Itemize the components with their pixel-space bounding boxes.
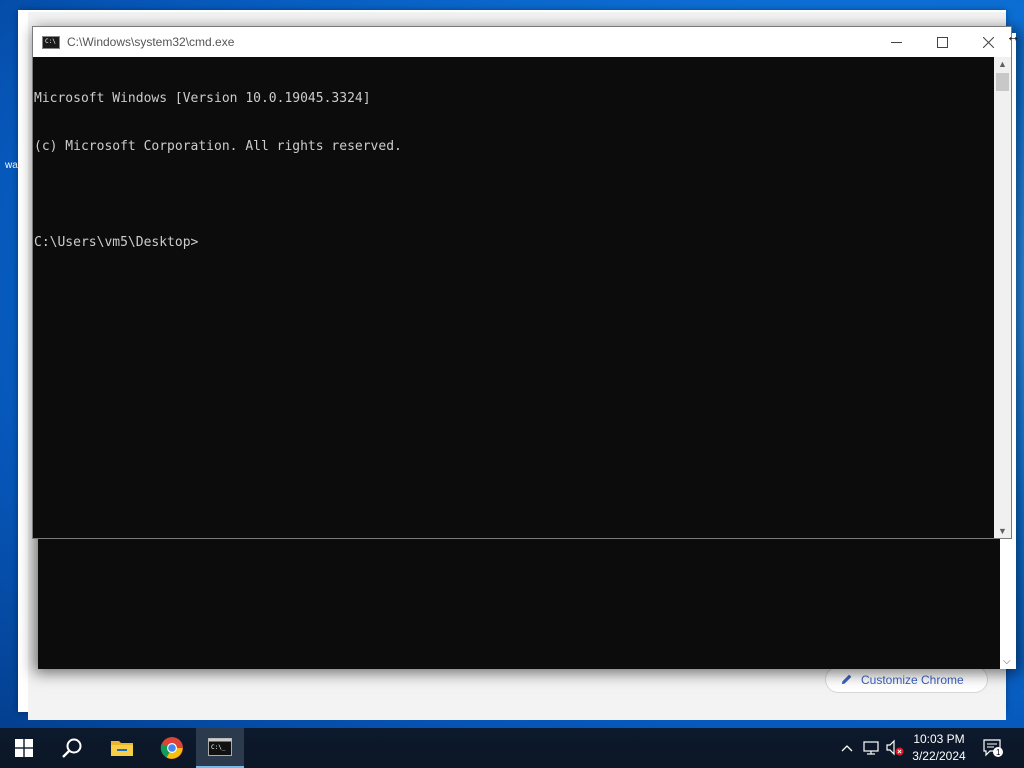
maximize-icon: [936, 36, 948, 48]
resize-cursor-icon: ↔: [1006, 28, 1020, 44]
file-explorer-button[interactable]: [98, 728, 146, 768]
volume-muted-icon: [886, 739, 904, 756]
maximize-button[interactable]: [919, 27, 965, 57]
chrome-button[interactable]: [148, 728, 196, 768]
windows-logo-icon: [15, 739, 33, 757]
volume-button[interactable]: [884, 728, 906, 768]
chrome-icon: [160, 737, 183, 759]
scroll-up-icon[interactable]: ▲: [994, 59, 1011, 69]
folder-icon: [111, 741, 133, 756]
scrollbar-thumb[interactable]: [996, 73, 1009, 91]
notification-icon: 1: [983, 739, 1003, 757]
network-icon: [863, 741, 879, 755]
vertical-scrollbar[interactable]: ▲ ▼: [994, 57, 1011, 538]
search-icon: [62, 738, 82, 758]
cmd-icon: C:\: [42, 35, 60, 49]
window-title: C:\Windows\system32\cmd.exe: [67, 35, 235, 49]
search-button[interactable]: [48, 728, 96, 768]
desktop-icon-label[interactable]: wa: [5, 160, 18, 171]
customize-chrome-label: Customize Chrome: [861, 672, 964, 687]
console-output[interactable]: Microsoft Windows [Version 10.0.19045.33…: [33, 57, 994, 538]
start-button[interactable]: [0, 728, 48, 768]
command-prompt-button[interactable]: C:\_: [196, 728, 244, 768]
chevron-down-icon: ⌵: [1003, 656, 1011, 667]
clock-time: 10:03 PM: [913, 732, 965, 746]
clock[interactable]: 10:03 PM 3/22/2024: [904, 730, 974, 766]
clock-date: 3/22/2024: [912, 749, 966, 763]
cmd-window[interactable]: C:\ C:\Windows\system32\cmd.exe Microsof…: [32, 26, 1012, 539]
chevron-up-icon: [841, 745, 853, 752]
network-button[interactable]: [860, 728, 882, 768]
cmd-icon: C:\_: [208, 738, 232, 756]
taskbar: C:\_ 10:03 PM 3/22/2024 1: [0, 728, 1024, 768]
show-hidden-icons-button[interactable]: [838, 728, 856, 768]
console-prompt[interactable]: C:\Users\vm5\Desktop>: [34, 235, 993, 251]
minimize-icon: [890, 41, 902, 43]
close-button[interactable]: [965, 27, 1011, 57]
notification-count: 1: [996, 748, 1001, 757]
customize-chrome-button[interactable]: Customize Chrome: [825, 666, 988, 693]
console-line: Microsoft Windows [Version 10.0.19045.33…: [34, 91, 371, 106]
action-center-button[interactable]: 1: [980, 728, 1006, 768]
svg-text:C:\_: C:\_: [211, 744, 226, 751]
cmd-titlebar[interactable]: C:\ C:\Windows\system32\cmd.exe: [33, 27, 1011, 57]
scroll-down-icon[interactable]: ▼: [994, 526, 1011, 536]
pencil-icon: [841, 674, 852, 685]
close-icon: [982, 36, 994, 48]
console-line: (c) Microsoft Corporation. All rights re…: [34, 139, 402, 154]
minimize-button[interactable]: [873, 27, 919, 57]
